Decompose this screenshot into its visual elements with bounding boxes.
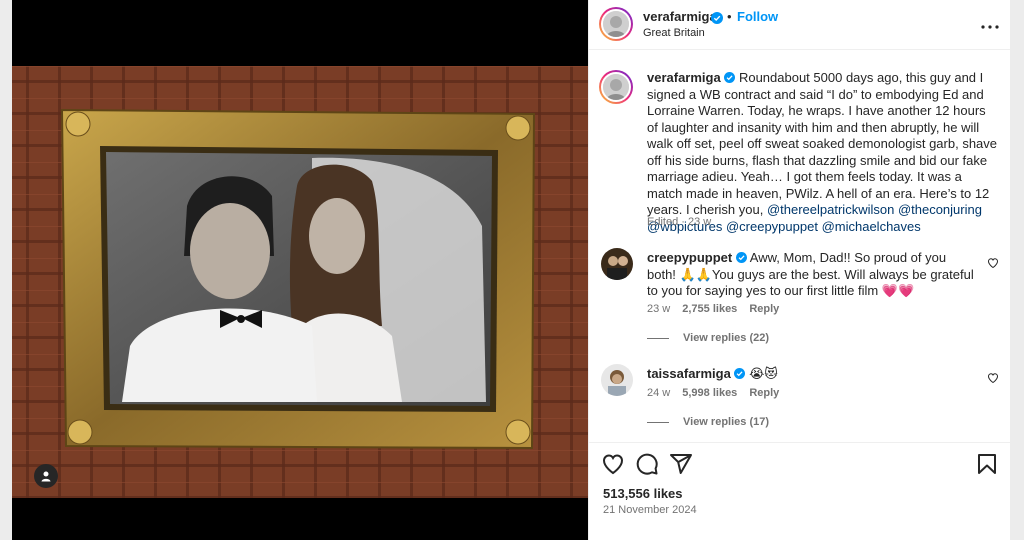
verified-badge-icon [735,252,747,263]
mention-link[interactable]: @theconjuring [898,202,982,217]
comment-age[interactable]: 24 w [647,387,670,399]
view-replies-label: View replies (22) [683,332,770,344]
user-tag-icon[interactable] [34,464,58,488]
overlay-right-edge [1010,0,1024,540]
view-replies-button[interactable]: View replies (17) [647,416,769,428]
post-actions-bar: 513,556 likes 21 November 2024 [589,442,1011,540]
post-author-username[interactable]: verafarmiga [643,9,717,24]
separator-dot: • [727,9,732,24]
paper-plane-icon[interactable] [669,452,693,481]
post-caption: verafarmiga Roundabout 5000 days ago, th… [647,70,997,235]
view-replies-label: View replies (17) [683,416,770,428]
post-date: 21 November 2024 [603,504,697,516]
reply-button[interactable]: Reply [749,303,779,315]
comments-area[interactable]: verafarmiga Roundabout 5000 days ago, th… [589,50,1011,442]
comment-meta: 23 w 2,755 likes Reply [647,303,779,315]
verified-badge-icon [711,11,723,29]
replies-divider-line [647,337,669,339]
media-panel[interactable] [12,0,588,540]
comment-likes[interactable]: 5,998 likes [682,387,737,399]
overlay-left-edge [0,0,12,540]
view-replies-button[interactable]: View replies (22) [647,332,769,344]
mention-link[interactable]: @creepypuppet [726,219,818,234]
post-side-panel: verafarmiga • Follow Great Britain veraf… [588,0,1011,540]
verified-badge-icon [724,72,736,83]
comment-likes[interactable]: 2,755 likes [682,303,737,315]
heart-icon[interactable] [601,452,625,481]
comment-avatar[interactable] [601,248,633,280]
caption-avatar[interactable] [599,70,633,104]
more-options-icon[interactable] [981,16,999,34]
caption-body: Roundabout 5000 days ago, this guy and I… [647,70,998,217]
comment-username[interactable]: creepypuppet [647,250,732,265]
comment-age[interactable]: 23 w [647,303,670,315]
post-photo [12,66,588,498]
replies-divider-line [647,421,669,423]
bookmark-icon[interactable] [975,452,999,481]
comment-avatar[interactable] [601,364,633,396]
avatar[interactable] [599,7,633,41]
comment-bubble-icon[interactable] [635,452,659,481]
comment-body: 😭😻 [745,366,778,381]
reply-button[interactable]: Reply [749,387,779,399]
verified-badge-icon [734,368,746,379]
post-header: verafarmiga • Follow Great Britain [589,0,1011,50]
caption-username[interactable]: verafarmiga [647,70,721,85]
mention-link[interactable]: @thereelpatrickwilson [767,202,894,217]
likes-count[interactable]: 513,556 likes [603,486,683,501]
mention-link[interactable]: @michaelchaves [822,219,921,234]
caption-meta: Edited · 23 w [647,216,712,228]
comment-text: creepypuppet Aww, Mom, Dad!! So proud of… [647,250,977,300]
follow-button[interactable]: Follow [737,9,778,24]
comment-username[interactable]: taissafarmiga [647,366,731,381]
post-location[interactable]: Great Britain [643,27,705,39]
comment-like-heart-icon[interactable] [987,371,999,389]
comment-text: taissafarmiga 😭😻 [647,366,977,383]
comment-meta: 24 w 5,998 likes Reply [647,387,779,399]
comment-like-heart-icon[interactable] [987,256,999,274]
